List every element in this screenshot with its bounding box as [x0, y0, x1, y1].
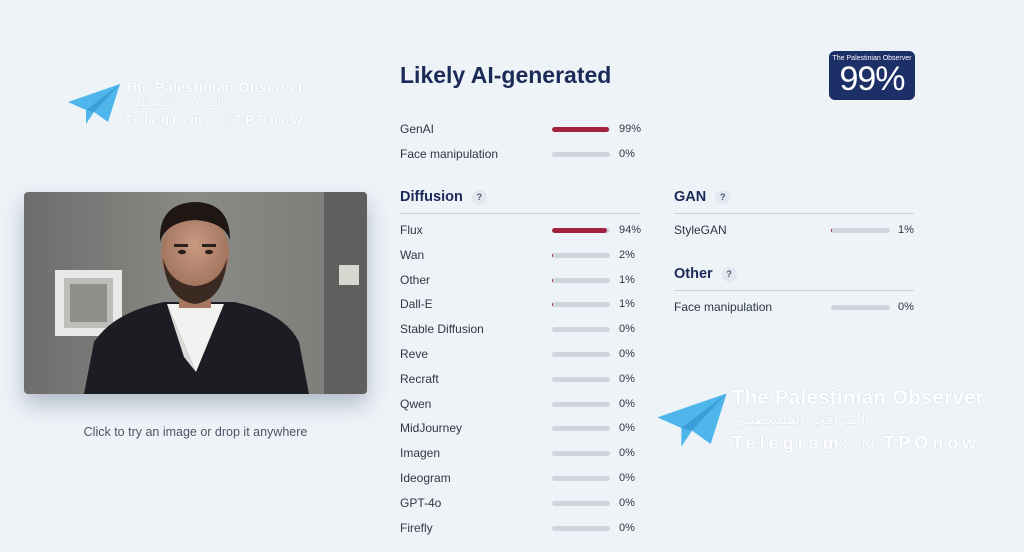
- divider: [674, 290, 914, 291]
- score-bar: [552, 327, 610, 333]
- score-bar-fill: [831, 228, 832, 233]
- score-percent: 1%: [619, 298, 635, 311]
- score-percent: 0%: [619, 447, 635, 460]
- other-title-text: Other: [674, 266, 713, 282]
- score-bar-fill: [552, 228, 607, 233]
- score-percent: 0%: [619, 496, 635, 509]
- score-bar: [552, 376, 610, 382]
- score-bar: [552, 152, 610, 157]
- divider: [400, 213, 641, 214]
- score-label: Stable Diffusion: [400, 322, 484, 337]
- section-diffusion-title: Diffusion ?: [400, 189, 487, 205]
- score-bar: [552, 525, 610, 531]
- score-bar: [552, 426, 610, 432]
- score-percent: 94%: [619, 224, 642, 236]
- score-percent: 0%: [619, 472, 635, 484]
- upload-hint[interactable]: Click to try an image or drop it anywher…: [24, 425, 367, 439]
- score-label: MidJourney: [400, 421, 463, 436]
- score-bar-fill: [552, 252, 554, 258]
- score-bar: [552, 352, 610, 357]
- watermark-name-ar: المراقب الفلسطيني: [732, 409, 866, 428]
- watermark-bottom-right: The Palestinian Observer المراقب الفلسطي…: [654, 388, 984, 452]
- score-label: Reve: [400, 347, 429, 361]
- paper-plane-icon: [657, 393, 727, 447]
- diffusion-title-text: Diffusion: [400, 189, 463, 205]
- score-label: GenAI: [400, 122, 435, 136]
- score-label: Other: [400, 272, 431, 287]
- portrait-photo: [24, 192, 367, 394]
- watermark-name-en: The Palestinian Observer: [732, 387, 985, 409]
- score-label: Dall-E: [400, 297, 433, 312]
- score-bar: [552, 228, 610, 233]
- score-percent: 0%: [619, 148, 635, 160]
- score-bar: [552, 451, 610, 457]
- score-bar-fill: [552, 127, 610, 132]
- score-percent: 0%: [619, 422, 635, 435]
- score-percent: 0%: [619, 521, 635, 534]
- score-percent: 0%: [898, 301, 914, 313]
- divider: [674, 213, 914, 214]
- score-bar-fill: [552, 302, 553, 308]
- score-bar: [552, 252, 610, 258]
- score-label: Face manipulation: [674, 300, 773, 314]
- score-bar-fill: [552, 277, 553, 283]
- score-bar: [552, 277, 610, 283]
- help-icon[interactable]: ?: [471, 189, 487, 205]
- gan-title-text: GAN: [674, 189, 707, 205]
- score-label: Ideogram: [400, 471, 451, 485]
- score-bar: [552, 476, 610, 481]
- score-label: Firefly: [400, 520, 433, 535]
- score-bar: [552, 127, 610, 132]
- watermark-name-ar: المراقب الفلسطيني: [124, 95, 225, 109]
- score-bar: [552, 500, 610, 506]
- score-label: Wan: [400, 247, 425, 262]
- help-icon[interactable]: ?: [715, 189, 731, 205]
- score-percent: 99%: [619, 123, 642, 135]
- score-bar: [552, 302, 610, 308]
- watermark-telegram: Telegram: @TPOnow: [732, 433, 981, 453]
- uploaded-image[interactable]: [24, 192, 367, 394]
- watermark-name-en: The Palestinian Observer: [124, 79, 305, 95]
- verdict-title: Likely AI-generated: [400, 62, 612, 88]
- score-label: Imagen: [400, 446, 441, 461]
- score-bar: [831, 228, 890, 233]
- score-percent: 1%: [619, 273, 635, 286]
- section-gan-title: GAN ?: [674, 189, 731, 205]
- score-label: Flux: [400, 223, 423, 237]
- score-badge: The Palestinian Observer 99%: [829, 51, 915, 100]
- score-label: StyleGAN: [674, 223, 727, 237]
- score-percent: 1%: [898, 224, 914, 236]
- section-other-title: Other ?: [674, 266, 737, 282]
- score-label: Recraft: [400, 371, 439, 386]
- score-percent: 0%: [619, 348, 635, 360]
- score-percent: 0%: [619, 397, 635, 410]
- help-icon[interactable]: ?: [721, 266, 737, 282]
- score-label: GPT-4o: [400, 495, 442, 510]
- score-label: Qwen: [400, 396, 432, 411]
- paper-plane-icon: [68, 84, 120, 124]
- score-percent: 0%: [619, 372, 635, 385]
- badge-value: 99%: [839, 60, 905, 98]
- score-label: Face manipulation: [400, 147, 499, 161]
- score-percent: 0%: [619, 323, 635, 336]
- watermark-top-left: The Palestinian Observer المراقب الفلسطي…: [66, 80, 305, 128]
- score-percent: 2%: [619, 248, 635, 261]
- score-bar: [831, 305, 890, 310]
- score-bar: [552, 401, 610, 407]
- watermark-telegram: Telegram: @TPOnow: [124, 112, 306, 127]
